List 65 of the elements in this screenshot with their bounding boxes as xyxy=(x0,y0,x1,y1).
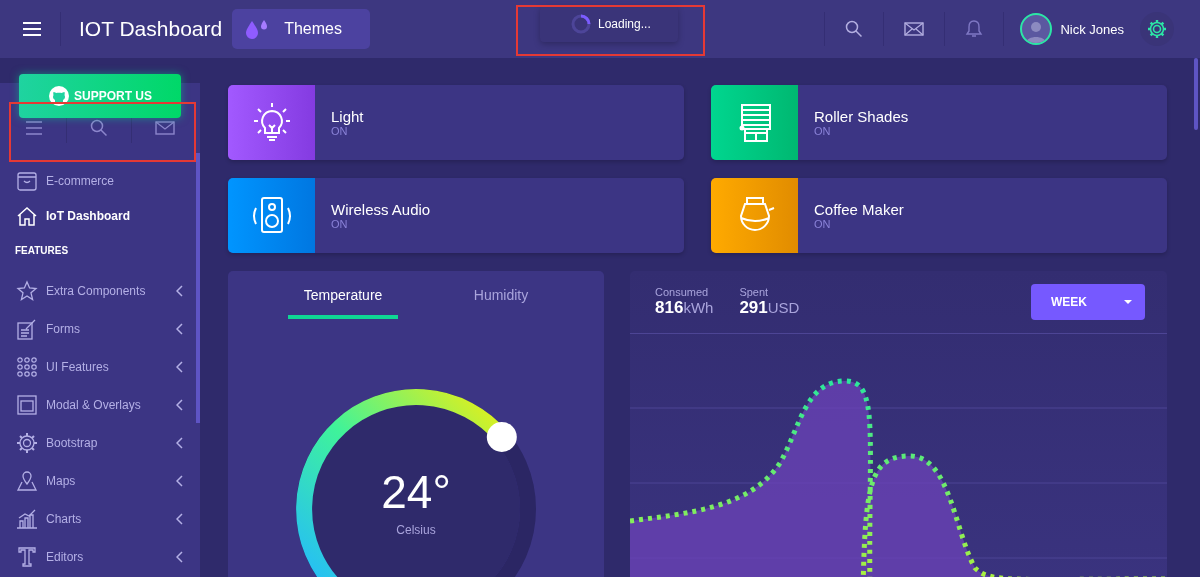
sidebar-item[interactable]: UI Features xyxy=(0,348,200,386)
temperature-unit: Celsius xyxy=(396,523,436,537)
search-icon[interactable] xyxy=(845,20,864,38)
device-status: ON xyxy=(814,218,832,230)
text-icon xyxy=(16,546,38,568)
device-card[interactable]: Roller Shades ON xyxy=(711,85,1167,160)
user-name[interactable]: Nick Jones xyxy=(1060,21,1124,37)
mail-icon[interactable] xyxy=(904,22,925,36)
section-heading: FEATURES xyxy=(14,244,70,258)
chevron-icon xyxy=(176,551,184,563)
stat-label: Spent xyxy=(739,286,770,298)
stat-value: 291USD xyxy=(739,298,800,318)
avatar[interactable] xyxy=(1020,13,1053,45)
device-name: Coffee Maker xyxy=(814,201,904,218)
themes-button[interactable]: Themes xyxy=(232,9,370,49)
device-card[interactable]: Wireless Audio ON xyxy=(228,178,684,253)
map-pin-icon xyxy=(16,470,38,492)
temperature-value: 24° xyxy=(381,465,451,519)
dots-grid-icon xyxy=(16,356,38,378)
tab[interactable]: Humidity xyxy=(457,271,545,319)
device-status: ON xyxy=(331,218,349,230)
github-icon xyxy=(48,85,70,107)
search-icon[interactable] xyxy=(90,119,108,137)
sidebar-item[interactable]: Extra Components xyxy=(0,272,200,310)
bell-icon[interactable] xyxy=(965,19,984,39)
sidebar-item[interactable]: Forms xyxy=(0,310,200,348)
device-status: ON xyxy=(814,125,832,137)
settings-icon xyxy=(1146,18,1168,40)
bag-icon xyxy=(16,169,38,192)
sidebar-item[interactable]: Bootstrap xyxy=(0,424,200,462)
chevron-icon xyxy=(176,285,184,297)
chevron-icon xyxy=(176,361,184,373)
device-name: Roller Shades xyxy=(814,108,909,125)
app-title: IOT Dashboard xyxy=(79,17,223,41)
mail-icon[interactable] xyxy=(154,121,175,135)
sidebar-item[interactable]: Maps xyxy=(0,462,200,500)
stat-label: Consumed xyxy=(655,286,710,298)
loading-text: Loading... xyxy=(598,17,651,31)
sidebar-item[interactable]: IoT Dashboard xyxy=(0,198,200,233)
bar-chart-icon xyxy=(16,508,38,530)
device-card[interactable]: Light ON xyxy=(228,85,684,160)
chevron-icon xyxy=(176,513,184,525)
chevron-icon xyxy=(176,475,184,487)
house-icon xyxy=(16,204,38,227)
spinner-icon xyxy=(570,13,592,35)
sidebar-item[interactable]: E-commerce xyxy=(0,163,200,198)
settings-button[interactable] xyxy=(1140,12,1174,46)
star-icon xyxy=(16,280,38,302)
chevron-icon xyxy=(176,399,184,411)
chevron-icon xyxy=(176,323,184,335)
caret-icon xyxy=(1123,299,1133,305)
gear-icon xyxy=(16,432,38,454)
chevron-icon xyxy=(176,437,184,449)
edit-icon xyxy=(16,318,38,340)
device-name: Wireless Audio xyxy=(331,201,431,218)
device-name: Light xyxy=(331,108,364,125)
window-icon xyxy=(16,394,38,416)
tab[interactable]: Temperature xyxy=(287,271,399,319)
sidebar-item[interactable]: Editors xyxy=(0,538,200,576)
sidebar-item[interactable]: Modal & Overlays xyxy=(0,386,200,424)
device-status: ON xyxy=(331,125,349,137)
period-dropdown[interactable]: WEEK xyxy=(1031,284,1145,320)
stat-value: 816kWh xyxy=(655,298,714,318)
sidebar-item[interactable]: Charts xyxy=(0,500,200,538)
device-card[interactable]: Coffee Maker ON xyxy=(711,178,1167,253)
